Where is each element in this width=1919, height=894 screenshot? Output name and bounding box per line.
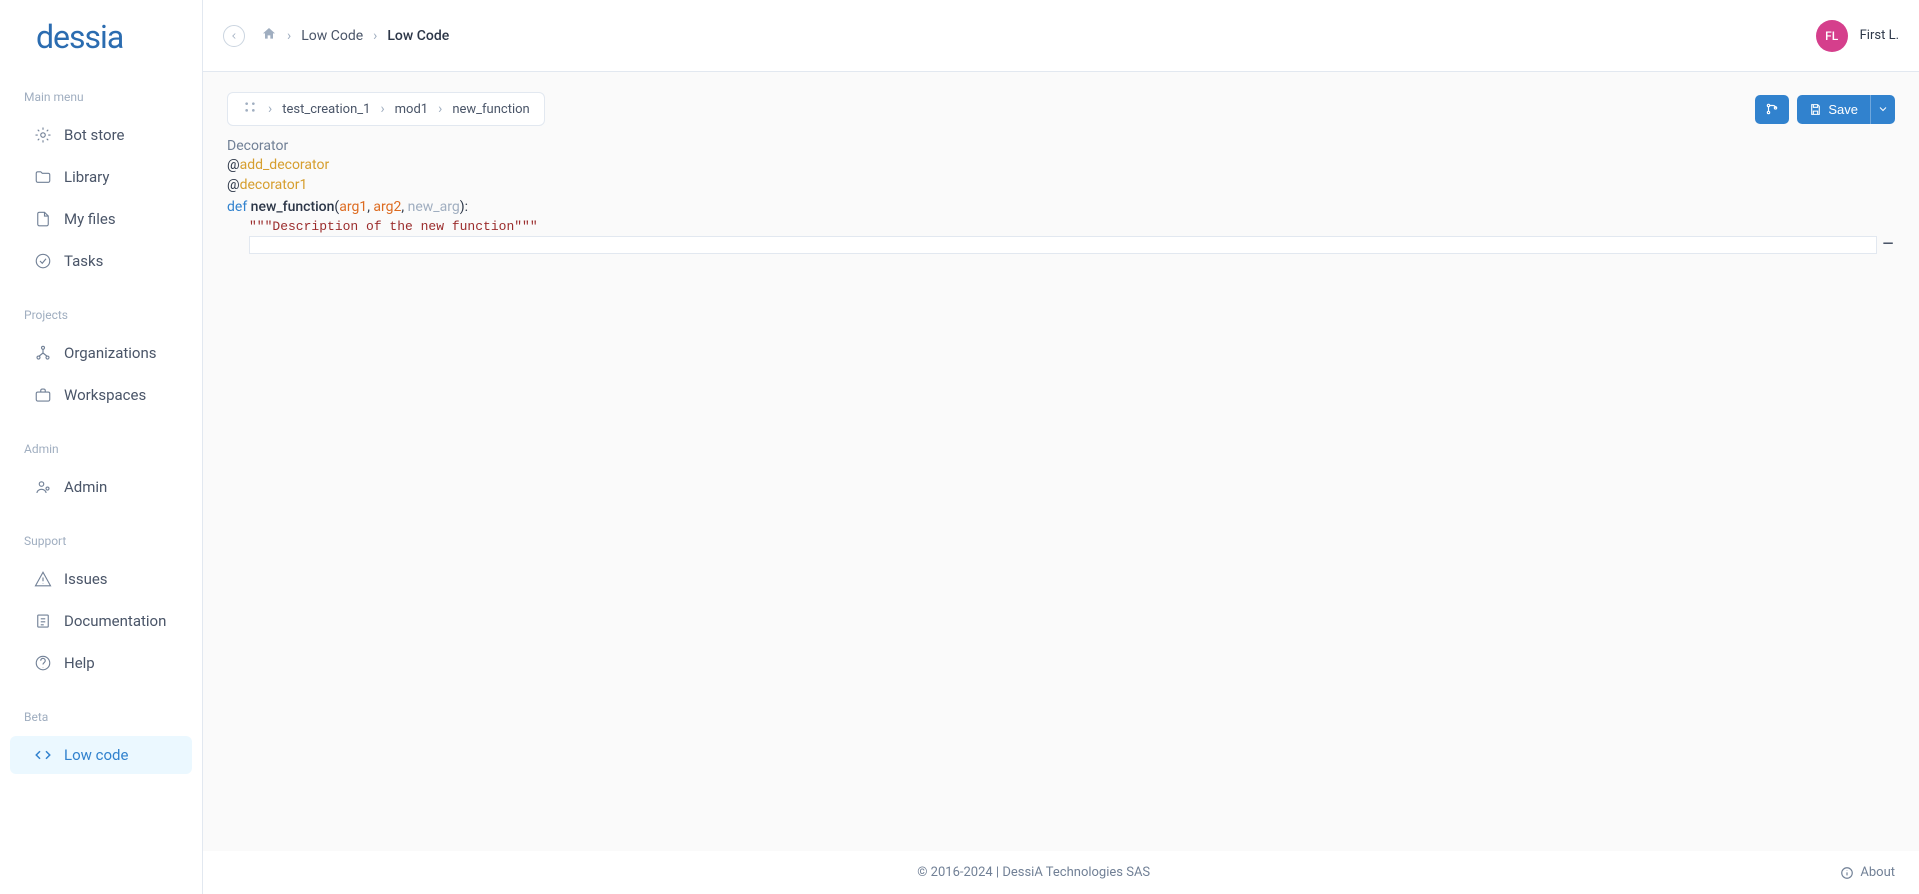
- org-icon: [34, 344, 52, 362]
- home-icon[interactable]: [261, 26, 277, 46]
- save-button-label: Save: [1828, 102, 1858, 117]
- file-icon: [34, 210, 52, 228]
- about-label: About: [1860, 865, 1895, 880]
- sidebar-item-low-code[interactable]: Low code: [10, 736, 192, 774]
- footer-about-link[interactable]: About: [1840, 865, 1895, 880]
- nav-heading-beta: Beta: [0, 702, 202, 732]
- chevron-right-icon: ›: [287, 28, 291, 44]
- sidebar-item-label: Documentation: [64, 612, 166, 630]
- breadcrumb-item-2[interactable]: Low Code: [387, 28, 449, 44]
- sidebar-item-label: Tasks: [64, 252, 103, 270]
- module-icon: [242, 99, 258, 119]
- sidebar-item-label: Admin: [64, 478, 107, 496]
- function-signature[interactable]: def new_function(arg1, arg2, new_arg):: [227, 199, 1895, 215]
- nav-section-support: Support Issues Documentation Help: [0, 518, 202, 694]
- logo-text: dessia: [36, 18, 123, 56]
- chevron-right-icon: ›: [268, 101, 272, 117]
- nav-section-admin: Admin Admin: [0, 426, 202, 518]
- decorator-label: Decorator: [227, 138, 1895, 154]
- document-icon: [34, 612, 52, 630]
- briefcase-icon: [34, 386, 52, 404]
- arg-1: arg1: [339, 199, 367, 215]
- nav-heading-admin: Admin: [0, 434, 202, 464]
- save-button[interactable]: Save: [1797, 95, 1870, 124]
- topbar-right: FL First L.: [1816, 20, 1899, 52]
- code-editor-line[interactable]: [249, 236, 1877, 254]
- sidebar-item-label: My files: [64, 210, 116, 228]
- sidebar-item-label: Low code: [64, 746, 128, 764]
- arg-2: arg2: [373, 199, 401, 215]
- top-breadcrumb: › Low Code › Low Code: [261, 26, 449, 46]
- breadcrumb-new-function[interactable]: new_function: [452, 102, 529, 117]
- username: First L.: [1860, 28, 1899, 43]
- code-panel: Decorator @add_decorator @decorator1 def…: [227, 138, 1895, 254]
- footer-copyright: © 2016-2024 | DessiA Technologies SAS: [227, 865, 1840, 880]
- sidebar: dessia Main menu Bot store Library My fi…: [0, 0, 203, 894]
- nav-heading-support: Support: [0, 526, 202, 556]
- sidebar-item-my-files[interactable]: My files: [10, 200, 192, 238]
- collapse-handle[interactable]: —: [1881, 236, 1895, 252]
- sidebar-item-label: Issues: [64, 570, 108, 588]
- nav-section-beta: Beta Low code: [0, 694, 202, 786]
- sidebar-item-admin[interactable]: Admin: [10, 468, 192, 506]
- breadcrumb-mod1[interactable]: mod1: [395, 102, 428, 117]
- logo[interactable]: dessia: [0, 0, 202, 74]
- function-name: new_function: [251, 199, 335, 215]
- sidebar-item-organizations[interactable]: Organizations: [10, 334, 192, 372]
- footer: © 2016-2024 | DessiA Technologies SAS Ab…: [203, 851, 1919, 894]
- avatar[interactable]: FL: [1816, 20, 1848, 52]
- decorator-name: decorator1: [240, 177, 308, 193]
- breadcrumb-item-1[interactable]: Low Code: [301, 28, 363, 44]
- decorator-line-1[interactable]: @add_decorator: [227, 156, 1895, 176]
- sidebar-item-workspaces[interactable]: Workspaces: [10, 376, 192, 414]
- sidebar-item-documentation[interactable]: Documentation: [10, 602, 192, 640]
- help-icon: [34, 654, 52, 672]
- header-actions: Save: [1755, 95, 1895, 124]
- chevron-right-icon: ›: [380, 101, 384, 117]
- content-breadcrumb: › test_creation_1 › mod1 › new_function: [227, 92, 545, 126]
- decorator-line-2[interactable]: @decorator1: [227, 176, 1895, 196]
- folder-icon: [34, 168, 52, 186]
- main: › Low Code › Low Code FL First L. › test…: [203, 0, 1919, 894]
- breadcrumb-test-creation[interactable]: test_creation_1: [282, 102, 370, 117]
- save-button-group: Save: [1797, 95, 1895, 124]
- sidebar-item-label: Workspaces: [64, 386, 146, 404]
- bot-icon: [34, 126, 52, 144]
- warning-icon: [34, 570, 52, 588]
- sidebar-item-label: Library: [64, 168, 109, 186]
- sidebar-item-bot-store[interactable]: Bot store: [10, 116, 192, 154]
- admin-icon: [34, 478, 52, 496]
- at-symbol: @: [227, 157, 240, 173]
- sidebar-item-help[interactable]: Help: [10, 644, 192, 682]
- content-header: › test_creation_1 › mod1 › new_function …: [227, 92, 1895, 126]
- nav-heading-projects: Projects: [0, 300, 202, 330]
- sidebar-item-tasks[interactable]: Tasks: [10, 242, 192, 280]
- def-keyword: def: [227, 199, 247, 215]
- chevron-right-icon: ›: [438, 101, 442, 117]
- check-circle-icon: [34, 252, 52, 270]
- close-paren: ):: [460, 199, 468, 215]
- at-symbol: @: [227, 177, 240, 193]
- docstring[interactable]: """Description of the new function""": [227, 219, 538, 234]
- editor-row: —: [227, 234, 1895, 254]
- sidebar-item-library[interactable]: Library: [10, 158, 192, 196]
- sidebar-item-label: Help: [64, 654, 95, 672]
- nav-heading-main: Main menu: [0, 82, 202, 112]
- docstring-row: """Description of the new function""": [227, 219, 1895, 234]
- nav-section-projects: Projects Organizations Workspaces: [0, 292, 202, 426]
- content: › test_creation_1 › mod1 › new_function …: [203, 72, 1919, 851]
- sidebar-item-label: Bot store: [64, 126, 124, 144]
- arg-3: new_arg: [408, 199, 460, 215]
- decorator-name: add_decorator: [240, 157, 330, 173]
- branch-button[interactable]: [1755, 95, 1789, 124]
- sidebar-item-label: Organizations: [64, 344, 157, 362]
- sidebar-item-issues[interactable]: Issues: [10, 560, 192, 598]
- topbar: › Low Code › Low Code FL First L.: [203, 0, 1919, 72]
- collapse-sidebar-button[interactable]: [223, 25, 245, 47]
- chevron-right-icon: ›: [373, 28, 377, 44]
- code-icon: [34, 746, 52, 764]
- nav-section-main: Main menu Bot store Library My files Tas…: [0, 74, 202, 292]
- save-dropdown-button[interactable]: [1870, 95, 1895, 124]
